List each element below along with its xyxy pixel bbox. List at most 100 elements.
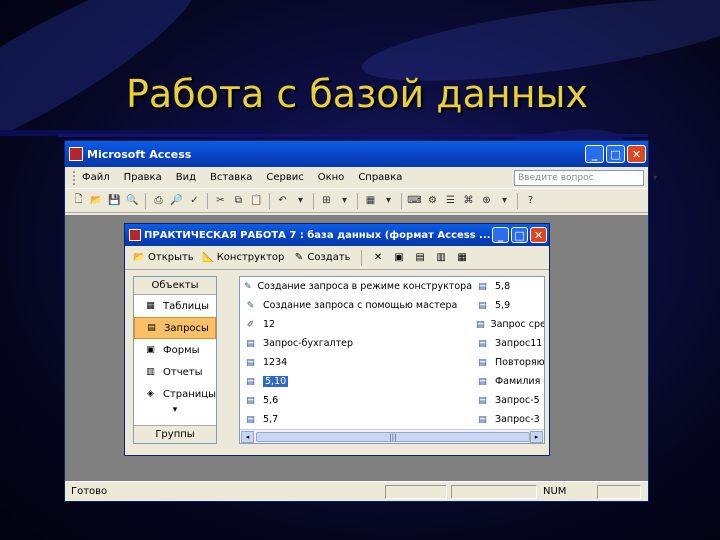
list-item[interactable]: ▤ Запрос-3 — [472, 410, 544, 429]
new-object-dropdown-icon[interactable]: ▾ — [497, 193, 512, 208]
object-reports[interactable]: ▥ Отчеты — [134, 361, 216, 383]
database-window: ПРАКТИЧЕСКАЯ РАБОТА 7 : база данных (фор… — [124, 223, 550, 456]
menubar: Файл Правка Вид Вставка Сервис Окно Спра… — [65, 167, 657, 189]
access-titlebar: Microsoft Access _ □ ✕ — [65, 141, 648, 167]
horizontal-scrollbar[interactable]: ◂ ||| ▸ — [240, 429, 544, 443]
database-icon — [129, 229, 141, 241]
script-icon[interactable]: ⚙ — [425, 193, 440, 208]
list-column: ▤5,8 ▤5,9 ▤Запрос сред ▤Запрос11 ▤Повтор… — [472, 277, 544, 429]
paste-icon[interactable]: 📋 — [249, 193, 264, 208]
query-icon: ▤ — [246, 395, 255, 406]
list-item-label: Создание запроса с помощью мастера — [263, 300, 458, 311]
details-view-icon[interactable]: ▦ — [456, 251, 469, 264]
open-button[interactable]: 📂 Открыть — [133, 251, 193, 264]
list-item[interactable]: ✎ Создание запроса с помощью мастера — [240, 296, 472, 315]
menu-insert[interactable]: Вставка — [210, 172, 252, 183]
close-button[interactable]: ✕ — [627, 145, 646, 163]
small-icons-icon[interactable]: ▤ — [414, 251, 427, 264]
list-item-label: Создание запроса в режиме конструктора — [257, 281, 473, 292]
groups-header[interactable]: Группы — [134, 425, 216, 443]
report-icon: ▥ — [146, 367, 155, 377]
query-list: ✎ Создание запроса в режиме конструктора … — [239, 276, 545, 444]
list-item[interactable]: ▤ Запрос11 — [472, 334, 544, 353]
search-icon[interactable]: 🔍 — [125, 193, 140, 208]
undo-icon[interactable]: ↶ — [275, 193, 290, 208]
list-item[interactable]: ▤ 5,10 — [240, 372, 472, 391]
object-queries[interactable]: ▤ Запросы — [134, 317, 216, 339]
list-item[interactable]: ▤ Запрос сред — [472, 315, 544, 334]
access-title: Microsoft Access — [87, 147, 192, 161]
objects-header[interactable]: Объекты — [134, 277, 216, 295]
help-icon[interactable]: ? — [523, 193, 538, 208]
menu-file[interactable]: Файл — [82, 172, 110, 183]
database-titlebar: ПРАКТИЧЕСКАЯ РАБОТА 7 : база данных (фор… — [125, 224, 549, 246]
wizard-icon: ✎ — [244, 281, 252, 292]
list-item-label: Запрос сред — [490, 319, 544, 330]
scroll-thumb[interactable]: ||| — [256, 432, 530, 442]
list-item[interactable]: ▤ Запрос-бухгалтер — [240, 334, 472, 353]
db-close-button[interactable]: ✕ — [530, 227, 547, 243]
design-label: Конструктор — [216, 252, 285, 263]
analyze-icon[interactable]: ▦ — [363, 193, 378, 208]
delete-icon[interactable]: ✕ — [372, 251, 385, 264]
list-item[interactable]: ▤ 5,6 — [240, 391, 472, 410]
create-button[interactable]: ✎ Создать — [292, 251, 351, 264]
design-button[interactable]: 📐 Конструктор — [202, 251, 285, 264]
list-item[interactable]: ▤ Фамилия — [472, 372, 544, 391]
list-item[interactable]: ▤ 1234 — [240, 353, 472, 372]
code-icon[interactable]: ⌨ — [407, 193, 422, 208]
maximize-button[interactable]: □ — [606, 145, 625, 163]
open-icon[interactable]: 📂 — [89, 193, 104, 208]
undo-dropdown-icon[interactable]: ▾ — [293, 193, 308, 208]
menu-help[interactable]: Справка — [358, 172, 402, 183]
preview-icon[interactable]: 🔎 — [169, 193, 184, 208]
list-item-label: 12 — [263, 319, 276, 330]
table-icon: ▦ — [146, 301, 155, 311]
menu-edit[interactable]: Правка — [124, 172, 162, 183]
list-item-label: Фамилия — [495, 376, 541, 387]
scroll-left-icon[interactable]: ◂ — [241, 431, 254, 443]
menu-window[interactable]: Окно — [318, 172, 345, 183]
office-links-icon[interactable]: ⊞ — [319, 193, 334, 208]
relationships-icon[interactable]: ⌘ — [461, 193, 476, 208]
list-item[interactable]: ✐ 12 — [240, 315, 472, 334]
cut-icon[interactable]: ✂ — [213, 193, 228, 208]
list-item[interactable]: ▤ 5,8 — [472, 277, 544, 296]
spelling-icon[interactable]: ✓ — [187, 193, 202, 208]
minimize-button[interactable]: _ — [585, 145, 604, 163]
menu-tools[interactable]: Сервис — [266, 172, 303, 183]
list-item[interactable]: ✎ Создание запроса в режиме конструктора — [240, 277, 472, 296]
menu-view[interactable]: Вид — [176, 172, 196, 183]
print-icon[interactable]: ⎙ — [151, 193, 166, 208]
object-forms[interactable]: ▣ Формы — [134, 339, 216, 361]
help-dropdown-icon[interactable]: ▾ — [653, 171, 657, 185]
large-icons-icon[interactable]: ▣ — [393, 251, 406, 264]
query-icon: ▤ — [478, 395, 487, 406]
list-item[interactable]: ▤ Запрос-5 — [472, 391, 544, 410]
object-pages[interactable]: ◈ Страницы — [134, 383, 216, 405]
analyze-dropdown-icon[interactable]: ▾ — [381, 193, 396, 208]
db-minimize-button[interactable]: _ — [492, 227, 509, 243]
object-label: Формы — [163, 344, 200, 356]
new-icon[interactable]: 🗋 — [71, 193, 86, 208]
query-icon: ▤ — [478, 414, 487, 425]
new-object-icon[interactable]: ⊕ — [479, 193, 494, 208]
more-objects-icon[interactable]: ▾ — [134, 405, 216, 423]
copy-icon[interactable]: ⧉ — [231, 193, 246, 208]
list-item[interactable]: ▤ 5,9 — [472, 296, 544, 315]
title-underline — [58, 134, 648, 137]
scroll-right-icon[interactable]: ▸ — [530, 431, 543, 443]
object-tables[interactable]: ▦ Таблицы — [134, 295, 216, 317]
list-item-label: Запрос11 — [495, 338, 543, 349]
office-links-dropdown-icon[interactable]: ▾ — [337, 193, 352, 208]
list-item[interactable]: ▤ 5,7 — [240, 410, 472, 429]
properties-icon[interactable]: ☰ — [443, 193, 458, 208]
save-icon[interactable]: 💾 — [107, 193, 122, 208]
help-search-input[interactable]: Введите вопрос ▾ — [514, 169, 657, 186]
db-maximize-button[interactable]: □ — [511, 227, 528, 243]
toolbar-separator — [357, 192, 358, 209]
list-item[interactable]: ▤ Повторяю — [472, 353, 544, 372]
list-view-icon[interactable]: ▥ — [435, 251, 448, 264]
list-item-label: Запрос-3 — [495, 414, 540, 425]
open-object-icon: 📂 — [133, 252, 146, 263]
